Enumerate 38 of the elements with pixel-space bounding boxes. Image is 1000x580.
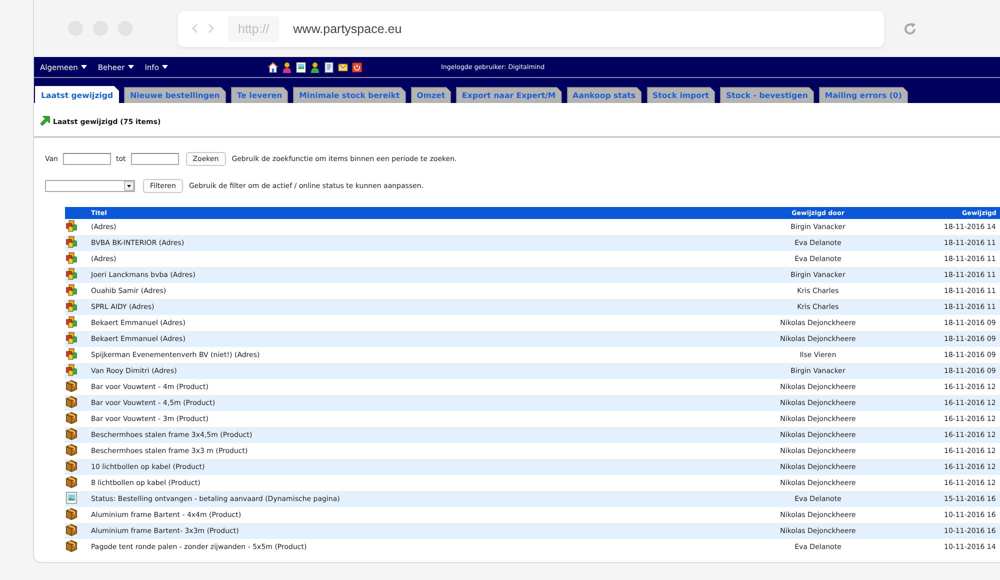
caret-icon <box>162 65 168 69</box>
blocks-icon <box>66 236 77 248</box>
box-icon <box>66 524 77 536</box>
image-icon[interactable] <box>296 62 306 72</box>
blocks-icon <box>66 284 77 296</box>
blocks-icon <box>66 364 77 376</box>
power-icon[interactable] <box>352 62 362 72</box>
box-icon <box>66 396 77 408</box>
blocks-icon <box>66 252 77 264</box>
box-icon <box>66 428 77 440</box>
caret-icon <box>80 65 87 69</box>
caret-icon <box>128 65 134 69</box>
user-icon[interactable] <box>310 62 320 72</box>
arrow-icon <box>40 116 50 126</box>
box-icon <box>66 412 77 424</box>
blocks-icon <box>66 268 77 280</box>
box-icon <box>66 460 77 472</box>
date-field[interactable] <box>62 153 111 165</box>
blocks-icon <box>66 332 77 344</box>
user-icon[interactable] <box>282 62 292 72</box>
caret-icon <box>124 181 134 191</box>
document-icon[interactable] <box>324 62 334 72</box>
protocol-label: http:// <box>228 16 280 42</box>
box-icon <box>66 380 77 392</box>
date-field[interactable] <box>130 153 179 165</box>
box-icon <box>66 476 77 488</box>
box-icon <box>66 540 77 552</box>
url-text: www.partyspace.eu <box>293 22 402 36</box>
envelope-icon[interactable] <box>338 62 348 72</box>
blocks-icon <box>66 220 77 232</box>
filter-select[interactable] <box>45 180 135 192</box>
box-icon <box>66 508 77 520</box>
box-icon <box>66 444 77 456</box>
blocks-icon <box>66 316 77 328</box>
reload-icon[interactable] <box>903 22 917 36</box>
home-icon[interactable] <box>268 62 278 72</box>
blocks-icon <box>66 300 77 312</box>
blocks-icon <box>66 348 77 360</box>
